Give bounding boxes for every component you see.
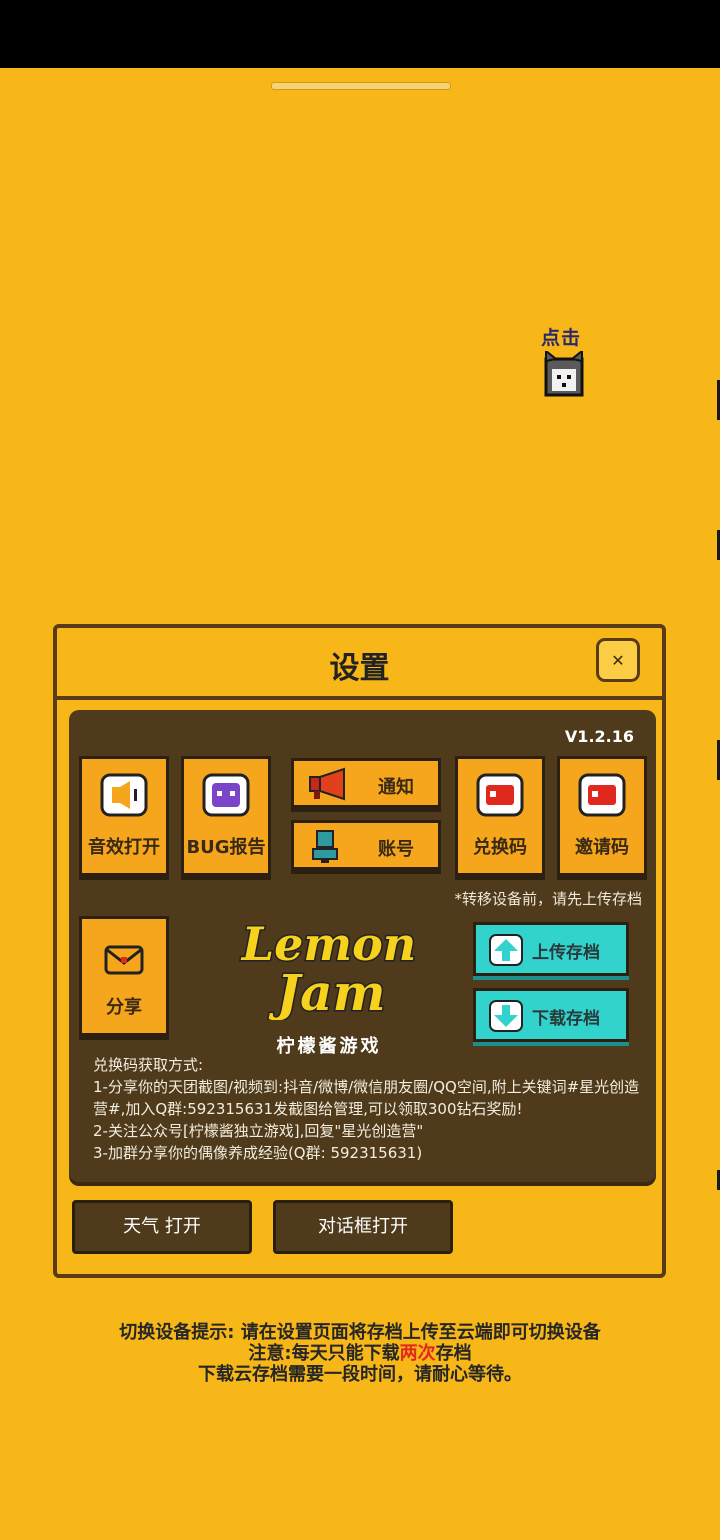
footer-line-1: 切换设备提示: 请在设置页面将存档上传至云端即可切换设备: [119, 1322, 601, 1343]
account-button[interactable]: 账号: [291, 820, 441, 870]
cat-mascot-icon[interactable]: [544, 351, 584, 397]
svg-text:Jam: Jam: [269, 963, 386, 1020]
download-label: 下载存档: [532, 1009, 600, 1029]
upload-label: 上传存档: [532, 943, 600, 963]
weather-toggle-button[interactable]: 天气 打开: [72, 1200, 252, 1254]
share-button[interactable]: 分享: [79, 916, 169, 1036]
invite-code-button[interactable]: 邀请码: [557, 756, 647, 876]
settings-dialog: 设置 ✕ V1.2.16 音效打开 BUG报告 通知 账号 兑换码 邀请码 *转…: [53, 624, 666, 1278]
sound-icon: [100, 773, 148, 817]
footer-line-2-a: 注意:每天只能下载: [248, 1343, 400, 1364]
device-switch-notice: 切换设备提示: 请在设置页面将存档上传至云端即可切换设备 注意:每天只能下载两次…: [0, 1322, 720, 1385]
transfer-note: *转移设备前，请先上传存档: [454, 890, 642, 908]
title-divider: [57, 696, 662, 700]
instruction-3: 3-加群分享你的偶像养成经验(Q群: 592315631): [93, 1144, 423, 1162]
version-label: V1.2.16: [564, 727, 634, 746]
download-limit-highlight: 两次: [399, 1343, 436, 1364]
upload-arrow-icon: [489, 934, 523, 966]
invite-code-label: 邀请码: [575, 837, 629, 858]
close-icon: ✕: [611, 650, 625, 670]
dialog-toggle-button[interactable]: 对话框打开: [273, 1200, 453, 1254]
notice-button[interactable]: 通知: [291, 758, 441, 808]
sound-toggle-label: 音效打开: [88, 837, 160, 858]
instruction-2: 2-关注公众号[柠檬酱独立游戏],回复"星光创造营": [93, 1122, 424, 1140]
ticket-icon: [476, 773, 524, 817]
upload-save-button[interactable]: 上传存档: [473, 922, 629, 976]
sound-toggle-button[interactable]: 音效打开: [79, 756, 169, 876]
footer-line-2: 注意:每天只能下载两次存档: [0, 1343, 720, 1364]
footer-line-3: 下载云存档需要一段时间，请耐心等待。: [198, 1364, 522, 1385]
drag-handle[interactable]: [271, 82, 451, 90]
bug-report-label: BUG报告: [186, 837, 266, 858]
settings-content: V1.2.16 音效打开 BUG报告 通知 账号 兑换码 邀请码 *转移设备前，…: [69, 710, 656, 1182]
invite-ticket-icon: [578, 773, 626, 817]
bug-report-button[interactable]: BUG报告: [181, 756, 271, 876]
redeem-code-button[interactable]: 兑换码: [455, 756, 545, 876]
instruction-1: 1-分享你的天团截图/视频到:抖音/微博/微信朋友圈/QQ空间,附上关键词#星光…: [93, 1078, 640, 1118]
settings-title: 设置: [329, 651, 390, 686]
notice-label: 通知: [378, 777, 414, 798]
bug-icon: [202, 773, 250, 817]
share-label: 分享: [106, 997, 142, 1018]
instructions-title: 兑换码获取方式:: [93, 1056, 204, 1074]
download-save-button[interactable]: 下载存档: [473, 988, 629, 1042]
close-button[interactable]: ✕: [596, 638, 640, 682]
redeem-code-label: 兑换码: [473, 837, 527, 858]
envelope-icon: [104, 945, 144, 975]
tap-hint-label: 点击: [541, 327, 582, 349]
status-bar: [0, 0, 720, 68]
download-arrow-icon: [489, 1000, 523, 1032]
account-label: 账号: [378, 839, 414, 860]
redeem-instructions: 兑换码获取方式: 1-分享你的天团截图/视频到:抖音/微博/微信朋友圈/QQ空间…: [93, 1054, 643, 1164]
megaphone-icon: [309, 767, 345, 801]
lemon-jam-logo: Lemon Jam: [239, 916, 418, 1021]
footer-line-2-c: 存档: [435, 1343, 472, 1364]
user-icon: [312, 830, 338, 863]
